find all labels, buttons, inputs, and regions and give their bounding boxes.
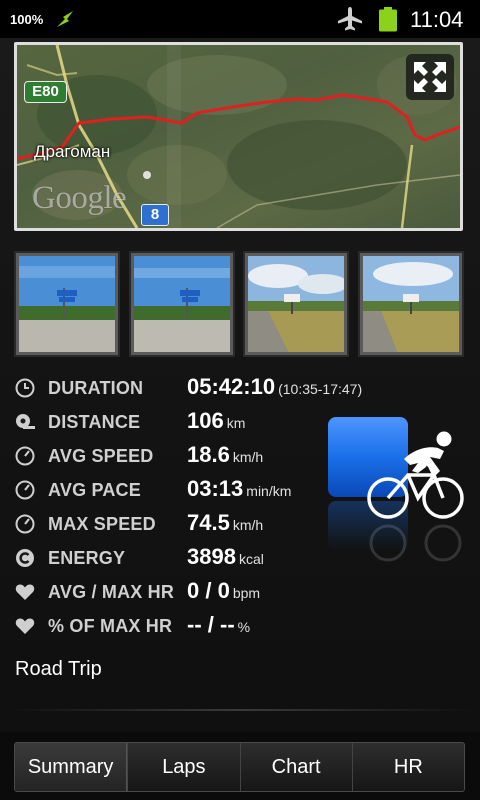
photo-thumbnail[interactable] bbox=[243, 251, 349, 357]
photo-thumbnail[interactable] bbox=[129, 251, 235, 357]
stat-unit: % bbox=[237, 619, 251, 635]
workout-summary-screen: 100% 11:04 E80 Драгоман Google 8 DURATIO… bbox=[0, 0, 480, 800]
road-sign-8: 8 bbox=[141, 204, 169, 226]
clock-icon bbox=[15, 378, 35, 398]
stat-value: 74.5 km/h bbox=[187, 510, 263, 536]
cycling-icon[interactable] bbox=[326, 415, 468, 565]
google-watermark: Google bbox=[32, 180, 127, 216]
energy-icon bbox=[16, 549, 34, 567]
stat-value: 18.6 km/h bbox=[187, 442, 263, 468]
charging-icon bbox=[57, 11, 73, 27]
stat-unit: (10:35-17:47) bbox=[278, 381, 363, 397]
heart-icon bbox=[15, 618, 35, 634]
stat-unit: bpm bbox=[232, 585, 261, 601]
stat-number: 106 bbox=[187, 408, 224, 433]
photo-thumbnail[interactable] bbox=[14, 251, 120, 357]
stat-unit: km/h bbox=[232, 517, 264, 533]
stat-number: 03:13 bbox=[187, 476, 244, 501]
trip-name: Road Trip bbox=[15, 658, 102, 680]
distance-icon bbox=[16, 414, 35, 429]
photo-strip bbox=[14, 251, 466, 357]
stat-row-pct-max-hr: % OF MAX HR -- / --% bbox=[0, 609, 480, 643]
stat-value: -- / --% bbox=[187, 612, 250, 638]
stat-label: AVG PACE bbox=[48, 480, 141, 500]
photo-2 bbox=[134, 256, 230, 352]
stat-value: 03:13 min/km bbox=[187, 476, 291, 502]
tab-group: Summary Laps Chart HR bbox=[14, 742, 465, 792]
photo-3 bbox=[248, 256, 344, 352]
divider bbox=[10, 709, 470, 711]
bottom-tab-bar: Summary Laps Chart HR bbox=[0, 732, 480, 800]
photo-thumbnail[interactable] bbox=[358, 251, 464, 357]
stat-label: DURATION bbox=[48, 378, 144, 398]
stat-value: 05:42:10 (10:35-17:47) bbox=[187, 374, 362, 400]
stat-unit: km/h bbox=[232, 449, 264, 465]
airplane-mode-icon bbox=[338, 7, 362, 31]
speedometer-icon bbox=[15, 446, 35, 466]
stat-number: -- / -- bbox=[187, 612, 235, 637]
stat-number: 05:42:10 bbox=[187, 374, 276, 399]
stat-row-duration: DURATION 05:42:10 (10:35-17:47) bbox=[0, 371, 480, 405]
tab-summary[interactable]: Summary bbox=[15, 743, 128, 791]
speedometer-icon bbox=[15, 514, 35, 534]
stat-number: 74.5 bbox=[187, 510, 230, 535]
clock: 11:04 bbox=[410, 7, 464, 32]
status-bar: 100% 11:04 bbox=[0, 0, 480, 38]
stat-unit: kcal bbox=[238, 551, 264, 567]
tab-chart[interactable]: Chart bbox=[239, 743, 352, 791]
stat-number: 3898 bbox=[187, 544, 236, 569]
stat-label: AVG SPEED bbox=[48, 446, 154, 466]
map-town-label: Драгоман bbox=[34, 142, 111, 161]
stat-unit: min/km bbox=[246, 483, 292, 499]
tab-hr[interactable]: HR bbox=[351, 743, 464, 791]
fullscreen-expand-icon bbox=[414, 62, 446, 92]
tab-laps[interactable]: Laps bbox=[127, 743, 239, 791]
battery-percent: 100% bbox=[10, 12, 44, 27]
stat-number: 0 / 0 bbox=[187, 578, 230, 603]
stat-unit: km bbox=[226, 415, 246, 431]
stat-number: 18.6 bbox=[187, 442, 230, 467]
route-map[interactable]: E80 Драгоман Google 8 bbox=[14, 42, 463, 231]
stat-label: DISTANCE bbox=[48, 412, 141, 432]
stat-value: 3898 kcal bbox=[187, 544, 264, 570]
speedometer-icon bbox=[15, 480, 35, 500]
stat-row-avg-max-hr: AVG / MAX HR 0 / 0 bpm bbox=[0, 575, 480, 609]
stat-label: ENERGY bbox=[48, 548, 126, 568]
stat-label: MAX SPEED bbox=[48, 514, 156, 534]
fullscreen-button[interactable] bbox=[406, 54, 454, 100]
stat-value: 106 km bbox=[187, 408, 245, 434]
heart-icon bbox=[15, 584, 35, 600]
photo-4 bbox=[363, 256, 459, 352]
photo-1 bbox=[19, 256, 115, 352]
stat-label: % OF MAX HR bbox=[48, 616, 173, 636]
battery-full-icon bbox=[379, 7, 397, 32]
stat-value: 0 / 0 bpm bbox=[187, 578, 260, 604]
road-sign-e80: E80 bbox=[24, 81, 67, 103]
stat-label: AVG / MAX HR bbox=[48, 582, 175, 602]
